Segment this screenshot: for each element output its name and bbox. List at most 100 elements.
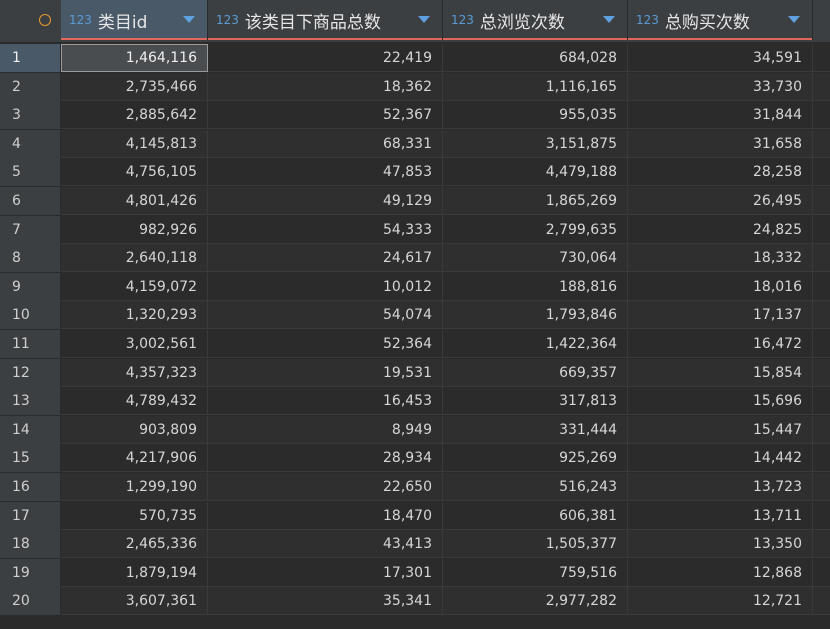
table-cell[interactable]: 68,331: [208, 129, 443, 158]
table-cell[interactable]: 15,854: [628, 358, 813, 387]
table-row[interactable]: 14 903,809 8,949 331,444 15,447: [0, 415, 830, 444]
row-number[interactable]: 15: [0, 444, 61, 473]
table-cell[interactable]: 49,129: [208, 187, 443, 215]
row-number[interactable]: 3: [0, 101, 61, 130]
column-header-total-purchases[interactable]: 123 总购买次数: [628, 0, 813, 40]
table-row[interactable]: 18 2,465,336 43,413 1,505,377 13,350: [0, 530, 830, 559]
table-cell[interactable]: 1,865,269: [443, 187, 628, 215]
table-row[interactable]: 1 1,464,116 22,419 684,028 34,591: [0, 44, 830, 72]
table-cell[interactable]: 22,419: [208, 44, 443, 72]
table-row[interactable]: 13 4,789,432 16,453 317,813 15,696: [0, 387, 830, 416]
table-cell[interactable]: 1,422,364: [443, 330, 628, 358]
table-cell[interactable]: 4,217,906: [61, 444, 208, 473]
row-number[interactable]: 13: [0, 387, 61, 416]
table-cell[interactable]: 4,479,188: [443, 158, 628, 187]
table-cell[interactable]: 4,357,323: [61, 358, 208, 387]
table-row[interactable]: 16 1,299,190 22,650 516,243 13,723: [0, 473, 830, 501]
table-cell[interactable]: 4,789,432: [61, 387, 208, 416]
table-cell[interactable]: 1,505,377: [443, 530, 628, 559]
table-cell[interactable]: 31,658: [628, 129, 813, 158]
grid-corner[interactable]: [0, 0, 62, 40]
column-header-category-id[interactable]: 123 类目id: [61, 0, 208, 40]
table-cell[interactable]: 12,868: [628, 558, 813, 587]
table-cell[interactable]: 16,453: [208, 387, 443, 416]
table-cell[interactable]: 903,809: [61, 415, 208, 444]
table-cell[interactable]: 2,465,336: [61, 530, 208, 559]
table-cell[interactable]: 4,801,426: [61, 187, 208, 215]
table-cell[interactable]: 15,696: [628, 387, 813, 416]
row-number[interactable]: 1: [0, 44, 61, 72]
table-cell[interactable]: 28,258: [628, 158, 813, 187]
table-cell[interactable]: 317,813: [443, 387, 628, 416]
table-cell[interactable]: 22,650: [208, 473, 443, 501]
table-cell[interactable]: 24,825: [628, 215, 813, 244]
table-row[interactable]: 20 3,607,361 35,341 2,977,282 12,721: [0, 587, 830, 616]
table-cell[interactable]: 17,137: [628, 301, 813, 330]
table-row[interactable]: 10 1,320,293 54,074 1,793,846 17,137: [0, 301, 830, 330]
table-cell[interactable]: 730,064: [443, 244, 628, 273]
table-cell[interactable]: 4,159,072: [61, 272, 208, 301]
table-cell[interactable]: 4,145,813: [61, 129, 208, 158]
row-number[interactable]: 4: [0, 129, 61, 158]
table-cell[interactable]: 606,381: [443, 501, 628, 530]
table-cell[interactable]: 331,444: [443, 415, 628, 444]
table-cell[interactable]: 13,723: [628, 473, 813, 501]
table-cell[interactable]: 13,711: [628, 501, 813, 530]
table-cell[interactable]: 52,364: [208, 330, 443, 358]
table-cell[interactable]: 54,074: [208, 301, 443, 330]
row-number[interactable]: 9: [0, 272, 61, 301]
table-row[interactable]: 9 4,159,072 10,012 188,816 18,016: [0, 272, 830, 301]
table-row[interactable]: 2 2,735,466 18,362 1,116,165 33,730: [0, 72, 830, 101]
table-cell[interactable]: 18,470: [208, 501, 443, 530]
table-cell[interactable]: 17,301: [208, 558, 443, 587]
table-row[interactable]: 17 570,735 18,470 606,381 13,711: [0, 501, 830, 530]
table-cell[interactable]: 34,591: [628, 44, 813, 72]
dropdown-arrow-icon[interactable]: [788, 16, 800, 23]
row-number[interactable]: 2: [0, 72, 61, 101]
table-cell[interactable]: 16,472: [628, 330, 813, 358]
row-number[interactable]: 12: [0, 358, 61, 387]
table-cell[interactable]: 26,495: [628, 187, 813, 215]
table-cell[interactable]: 2,640,118: [61, 244, 208, 273]
table-row[interactable]: 15 4,217,906 28,934 925,269 14,442: [0, 444, 830, 473]
table-cell[interactable]: 14,442: [628, 444, 813, 473]
table-cell[interactable]: 1,879,194: [61, 558, 208, 587]
table-cell[interactable]: 1,320,293: [61, 301, 208, 330]
table-cell[interactable]: 982,926: [61, 215, 208, 244]
table-cell[interactable]: 3,002,561: [61, 330, 208, 358]
table-row[interactable]: 3 2,885,642 52,367 955,035 31,844: [0, 101, 830, 130]
table-cell[interactable]: 2,735,466: [61, 72, 208, 101]
table-cell[interactable]: 18,332: [628, 244, 813, 273]
table-cell[interactable]: 52,367: [208, 101, 443, 130]
table-cell[interactable]: 28,934: [208, 444, 443, 473]
table-cell[interactable]: 43,413: [208, 530, 443, 559]
table-row[interactable]: 7 982,926 54,333 2,799,635 24,825: [0, 215, 830, 244]
row-number[interactable]: 5: [0, 158, 61, 187]
table-cell[interactable]: 24,617: [208, 244, 443, 273]
table-cell[interactable]: 1,116,165: [443, 72, 628, 101]
dropdown-arrow-icon[interactable]: [603, 16, 615, 23]
table-cell[interactable]: 3,607,361: [61, 587, 208, 616]
table-row[interactable]: 8 2,640,118 24,617 730,064 18,332: [0, 244, 830, 273]
table-cell[interactable]: 1,299,190: [61, 473, 208, 501]
table-cell[interactable]: 18,016: [628, 272, 813, 301]
table-cell[interactable]: 31,844: [628, 101, 813, 130]
table-cell[interactable]: 955,035: [443, 101, 628, 130]
row-number[interactable]: 18: [0, 530, 61, 559]
dropdown-arrow-icon[interactable]: [418, 16, 430, 23]
table-row[interactable]: 12 4,357,323 19,531 669,357 15,854: [0, 358, 830, 387]
table-cell[interactable]: 684,028: [443, 44, 628, 72]
row-number[interactable]: 7: [0, 215, 61, 244]
table-cell[interactable]: 4,756,105: [61, 158, 208, 187]
table-cell[interactable]: 188,816: [443, 272, 628, 301]
table-cell[interactable]: 54,333: [208, 215, 443, 244]
table-row[interactable]: 5 4,756,105 47,853 4,479,188 28,258: [0, 158, 830, 187]
table-cell[interactable]: 18,362: [208, 72, 443, 101]
table-cell[interactable]: 12,721: [628, 587, 813, 616]
table-cell[interactable]: 1,464,116: [61, 44, 208, 72]
table-cell[interactable]: 13,350: [628, 530, 813, 559]
table-cell[interactable]: 35,341: [208, 587, 443, 616]
row-number[interactable]: 16: [0, 473, 61, 501]
table-cell[interactable]: 1,793,846: [443, 301, 628, 330]
row-number[interactable]: 11: [0, 330, 61, 358]
